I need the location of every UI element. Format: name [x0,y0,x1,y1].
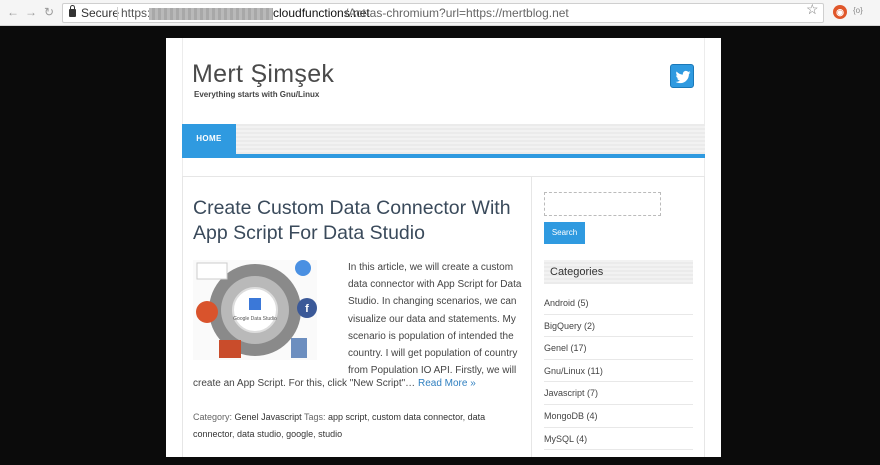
tag-link[interactable]: studio [318,429,342,439]
nav-home-link[interactable]: HOME [182,124,236,154]
category-link[interactable]: Genel [235,412,259,422]
site-tagline: Everything starts with Gnu/Linux [194,90,320,99]
svg-text:f: f [305,303,309,315]
post-meta: Category: Genel Javascript Tags: app scr… [193,412,486,439]
tag-link[interactable]: google [286,429,313,439]
browser-toolbar: ← → ↻ Secure https:// cloudfunctions.net… [0,0,880,26]
forward-icon[interactable]: → [24,5,38,19]
secure-label: Secure [81,6,120,20]
category-item[interactable]: Gnu/Linux (11) [544,360,693,383]
back-icon[interactable]: ← [6,5,20,19]
category-label: Category: [193,412,233,422]
read-more-link[interactable]: Read More » [418,378,476,389]
main-nav: HOME [182,124,705,158]
post-excerpt-tail: create an App Script. For this, click "N… [193,375,523,392]
extension-icon[interactable]: {o} [853,6,863,15]
tag-link[interactable]: app script [328,412,367,422]
twitter-icon[interactable] [670,64,694,88]
extension-orange-icon[interactable]: ◉ [833,5,847,19]
post-title[interactable]: Create Custom Data Connector With App Sc… [193,196,523,246]
divider [117,7,118,20]
search-input[interactable] [544,192,661,216]
address-bar[interactable]: Secure https:// cloudfunctions.net /Act-… [62,3,824,23]
category-item[interactable]: MySQL (4) [544,428,693,451]
category-item[interactable]: Android (5) [544,292,693,315]
category-item[interactable]: Javascript (7) [544,382,693,405]
lock-icon [69,5,76,17]
site-title[interactable]: Mert Şimşek [192,60,334,89]
categories-heading: Categories [544,260,693,284]
search-button[interactable]: Search [544,222,585,244]
tags-label: Tags: [303,412,326,422]
category-item[interactable]: BigQuery (2) [544,315,693,338]
redacted-url-segment [149,8,273,20]
tag-link[interactable]: data studio [237,429,281,439]
category-item[interactable]: MongoDB (4) [544,405,693,428]
svg-text:Google Data Studio: Google Data Studio [233,316,277,322]
reload-icon[interactable]: ↻ [42,5,56,19]
categories-list: Android (5) BigQuery (2) Genel (17) Gnu/… [544,292,693,451]
tag-link[interactable]: custom data connector [372,412,463,422]
excerpt-tail-text: create an App Script. For this, click "N… [193,378,416,389]
bookmark-star-icon[interactable]: ☆ [806,1,819,18]
post-thumbnail[interactable]: Google Data Studio f [193,260,317,360]
url-path: /Act-as-chromium?url=https://mertblog.ne… [345,6,569,20]
category-item[interactable]: Genel (17) [544,337,693,360]
category-link[interactable]: Javascript [261,412,302,422]
post-excerpt: In this article, we will create a custom… [348,262,522,377]
web-page: Mert Şimşek Everything starts with Gnu/L… [166,38,721,457]
